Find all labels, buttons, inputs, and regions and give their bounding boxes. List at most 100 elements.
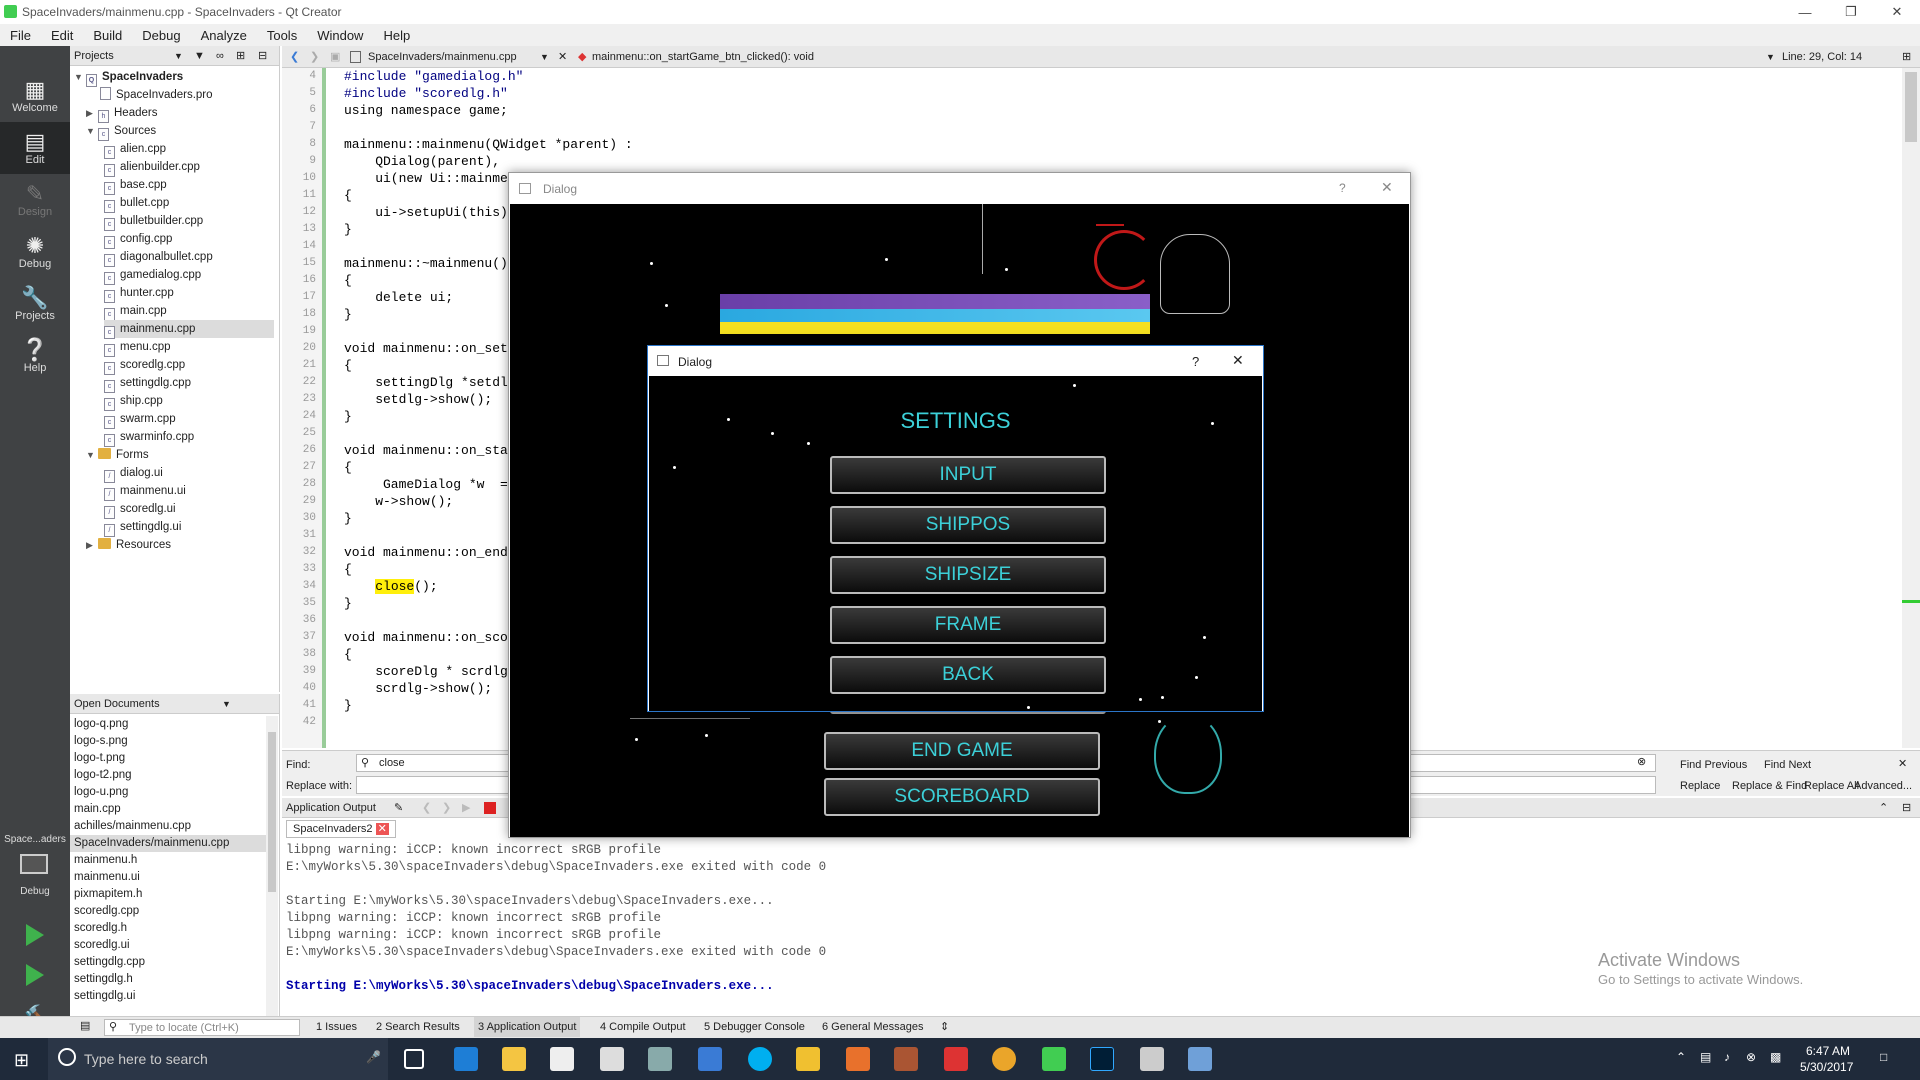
- back-icon[interactable]: ❮: [422, 801, 431, 814]
- mail-icon[interactable]: [600, 1047, 624, 1071]
- tree-source-file[interactable]: c bullet.cpp: [104, 194, 169, 213]
- tree-source-file[interactable]: c base.cpp: [104, 176, 167, 195]
- chevron-down-icon[interactable]: ▼: [540, 52, 549, 62]
- replace-find-button[interactable]: Replace & Find: [1732, 780, 1807, 792]
- mode-design[interactable]: ✎ Design: [0, 174, 70, 226]
- code-line[interactable]: #include "scoredlg.h": [344, 85, 508, 102]
- open-document-item[interactable]: logo-q.png: [74, 716, 128, 733]
- projects-view-selector[interactable]: Projects: [74, 50, 114, 62]
- open-document-item[interactable]: pixmapitem.h: [74, 886, 142, 903]
- open-document-item[interactable]: achilles/mainmenu.cpp: [74, 818, 191, 835]
- maximize-button[interactable]: ❐: [1828, 0, 1874, 24]
- code-line[interactable]: using namespace game;: [344, 102, 508, 119]
- tree-forms-folder[interactable]: ▼ Forms: [86, 446, 149, 464]
- attach-icon[interactable]: ✎: [394, 801, 403, 814]
- code-line[interactable]: mainmenu::mainmenu(QWidget *parent) :: [344, 136, 633, 153]
- debug-run-icon[interactable]: [26, 964, 44, 986]
- file-explorer-icon[interactable]: [502, 1047, 526, 1071]
- open-document-item[interactable]: mainmenu.ui: [74, 869, 140, 886]
- app-icon[interactable]: [1188, 1047, 1212, 1071]
- code-line[interactable]: mainmenu::~mainmenu(): [344, 255, 508, 272]
- collapsed-arrow-icon[interactable]: ▶: [86, 536, 98, 554]
- code-line[interactable]: {: [344, 357, 352, 374]
- help-button[interactable]: ?: [1339, 181, 1346, 195]
- app-icon[interactable]: [796, 1047, 820, 1071]
- tab-application-output[interactable]: 3 Application Output: [474, 1017, 581, 1037]
- shippos-button[interactable]: SHIPPOS: [830, 506, 1106, 544]
- tree-source-file[interactable]: c scoredlg.cpp: [104, 356, 185, 375]
- menu-help[interactable]: Help: [373, 28, 420, 43]
- tree-form-file[interactable]: / settingdlg.ui: [104, 518, 181, 537]
- chrome-icon[interactable]: [992, 1047, 1016, 1071]
- mode-help[interactable]: ❔ Help: [0, 330, 70, 382]
- more-tabs-icon[interactable]: ⇕: [940, 1020, 949, 1033]
- open-document-item[interactable]: mainmenu.h: [74, 852, 137, 869]
- frame-button[interactable]: FRAME: [830, 606, 1106, 644]
- code-line[interactable]: {: [344, 561, 352, 578]
- code-line[interactable]: }: [344, 697, 352, 714]
- back-button[interactable]: BACK: [830, 656, 1106, 694]
- tree-source-file[interactable]: c config.cpp: [104, 230, 172, 249]
- code-line[interactable]: close();: [344, 578, 438, 595]
- menu-file[interactable]: File: [0, 28, 41, 43]
- locator-input[interactable]: ⚲ Type to locate (Ctrl+K): [104, 1019, 300, 1036]
- code-line[interactable]: }: [344, 408, 352, 425]
- code-line[interactable]: void mainmenu::on_set: [344, 340, 508, 357]
- code-line[interactable]: void mainmenu::on_sco: [344, 629, 508, 646]
- code-line[interactable]: QDialog(parent),: [344, 153, 500, 170]
- task-view-icon[interactable]: [404, 1049, 424, 1069]
- tree-source-file[interactable]: c swarminfo.cpp: [104, 428, 194, 447]
- tree-form-file[interactable]: / scoredlg.ui: [104, 500, 176, 519]
- close-button[interactable]: ✕: [1232, 352, 1244, 369]
- expand-arrow-icon[interactable]: ▼: [86, 122, 98, 140]
- filter-icon[interactable]: ▼: [194, 50, 205, 62]
- open-document-item[interactable]: scoredlg.h: [74, 920, 127, 937]
- microphone-icon[interactable]: 🎤: [366, 1050, 381, 1064]
- open-document-item[interactable]: settingdlg.cpp: [74, 954, 145, 971]
- close-button[interactable]: ✕: [1874, 0, 1920, 24]
- editor-scrollbar[interactable]: [1902, 68, 1920, 748]
- close-pane-icon[interactable]: ⊟: [258, 49, 267, 62]
- code-line[interactable]: delete ui;: [344, 289, 453, 306]
- mode-projects[interactable]: 🔧 Projects: [0, 278, 70, 330]
- tree-source-file[interactable]: c ship.cpp: [104, 392, 163, 411]
- tree-source-file[interactable]: c alien.cpp: [104, 140, 166, 159]
- skype-icon[interactable]: [748, 1047, 772, 1071]
- tree-form-file[interactable]: / mainmenu.ui: [104, 482, 186, 501]
- close-tab-icon[interactable]: ✕: [375, 823, 389, 835]
- editor-file-tab[interactable]: SpaceInvaders/mainmenu.cpp: [368, 51, 517, 63]
- app-icon[interactable]: [894, 1047, 918, 1071]
- code-line[interactable]: {: [344, 272, 352, 289]
- code-line[interactable]: GameDialog *w =: [344, 476, 508, 493]
- tab-issues[interactable]: 1 Issues: [316, 1021, 357, 1033]
- tree-source-file[interactable]: c main.cpp: [104, 302, 167, 321]
- open-document-item[interactable]: scoredlg.cpp: [74, 903, 139, 920]
- open-document-item[interactable]: scoredlg.ui: [74, 937, 130, 954]
- link-icon[interactable]: ∞: [216, 50, 224, 62]
- menu-debug[interactable]: Debug: [132, 28, 190, 43]
- open-documents-scrollbar[interactable]: [266, 716, 278, 1016]
- tab-search-results[interactable]: 2 Search Results: [376, 1021, 460, 1033]
- menu-window[interactable]: Window: [307, 28, 373, 43]
- stop-icon[interactable]: [484, 802, 496, 814]
- code-line[interactable]: void mainmenu::on_end: [344, 544, 508, 561]
- tab-compile-output[interactable]: 4 Compile Output: [600, 1021, 686, 1033]
- tree-pro-file[interactable]: SpaceInvaders.pro: [100, 86, 213, 104]
- code-line[interactable]: w->show();: [344, 493, 453, 510]
- tree-source-file[interactable]: c mainmenu.cpp: [104, 320, 274, 339]
- edge-icon[interactable]: [454, 1047, 478, 1071]
- tree-source-file[interactable]: c alienbuilder.cpp: [104, 158, 200, 177]
- minimize-button[interactable]: —: [1782, 0, 1828, 24]
- tree-project-root[interactable]: ▼ Q SpaceInvaders: [74, 68, 183, 87]
- qt-icon[interactable]: [1042, 1047, 1066, 1071]
- open-document-item[interactable]: main.cpp: [74, 801, 121, 818]
- photoshop-icon[interactable]: [1090, 1047, 1114, 1071]
- windows-start-icon[interactable]: ⊞: [14, 1050, 29, 1071]
- xampp-icon[interactable]: [846, 1047, 870, 1071]
- tree-source-file[interactable]: c swarm.cpp: [104, 410, 176, 429]
- store-icon[interactable]: [550, 1047, 574, 1071]
- help-button[interactable]: ?: [1192, 354, 1199, 369]
- code-line[interactable]: }: [344, 221, 352, 238]
- tree-source-file[interactable]: c settingdlg.cpp: [104, 374, 191, 393]
- code-line[interactable]: #include "gamedialog.h": [344, 68, 523, 85]
